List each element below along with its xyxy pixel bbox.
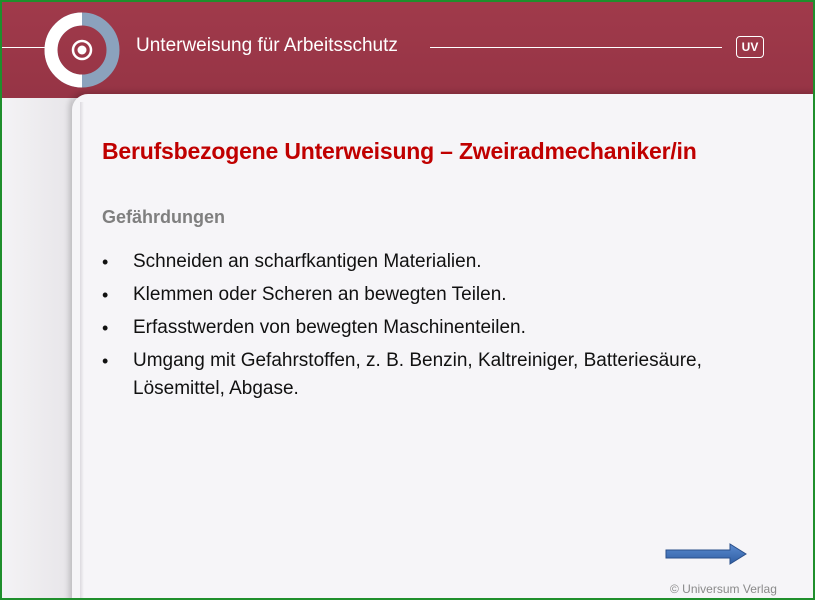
uv-badge: UV xyxy=(736,36,764,58)
list-item-text: Erfasstwerden von bewegten Maschinenteil… xyxy=(133,317,526,338)
slide-frame: Unterweisung für Arbeitsschutz UV Berufs… xyxy=(0,0,815,600)
list-item: • Klemmen oder Scheren an bewegten Teile… xyxy=(102,281,782,309)
content-panel-edge xyxy=(80,102,84,598)
bullet-icon: • xyxy=(102,351,109,371)
list-item-text: Klemmen oder Scheren an bewegten Teilen. xyxy=(133,284,507,305)
header-bar: Unterweisung für Arbeitsschutz UV xyxy=(2,2,813,98)
copyright-text: © Universum Verlag xyxy=(670,582,777,596)
list-item-text: Umgang mit Gefahrstoffen, z. B. Benzin, … xyxy=(133,350,702,399)
slide-title: Berufsbezogene Unterweisung – Zweiradmec… xyxy=(102,138,697,164)
list-item: • Schneiden an scharfkantigen Materialie… xyxy=(102,248,782,276)
hazard-list: • Schneiden an scharfkantigen Materialie… xyxy=(102,248,782,408)
bullet-icon: • xyxy=(102,318,109,338)
logo-ring-icon xyxy=(44,12,120,88)
bullet-icon: • xyxy=(102,285,109,305)
header-title: Unterweisung für Arbeitsschutz xyxy=(136,35,398,56)
list-item: • Erfasstwerden von bewegten Maschinente… xyxy=(102,314,782,342)
left-margin-panel xyxy=(2,98,72,598)
arrow-right-icon[interactable] xyxy=(664,542,748,566)
bullet-icon: • xyxy=(102,252,109,272)
list-item-text: Schneiden an scharfkantigen Materialien. xyxy=(133,251,482,272)
header-rule xyxy=(430,47,722,48)
section-heading: Gefährdungen xyxy=(102,207,226,227)
list-item: • Umgang mit Gefahrstoffen, z. B. Benzin… xyxy=(102,347,782,403)
